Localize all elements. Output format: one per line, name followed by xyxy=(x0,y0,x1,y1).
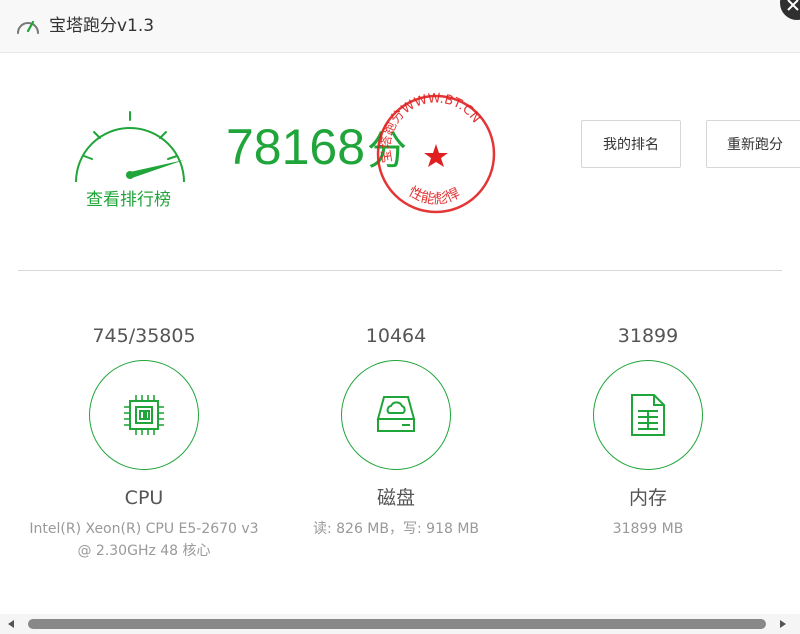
scroll-left-arrow-icon[interactable] xyxy=(6,619,16,629)
cpu-detail: Intel(R) Xeon(R) CPU E5-2670 v3 @ 2.30GH… xyxy=(14,518,274,562)
my-rank-button[interactable]: 我的排名 xyxy=(581,120,681,168)
close-button[interactable] xyxy=(780,0,800,20)
speedometer-icon xyxy=(17,20,39,34)
cpu-detail-line2: @ 2.30GHz 48 核心 xyxy=(77,543,211,559)
memory-label: 内存 xyxy=(628,487,667,509)
memory-circle xyxy=(593,360,703,470)
seal-bottom-text: 性能彪悍 xyxy=(406,184,463,208)
scroll-right-arrow-icon[interactable] xyxy=(778,619,788,629)
memory-detail: 31899 MB xyxy=(518,518,778,540)
cpu-circle xyxy=(89,360,199,470)
disk-score: 10464 xyxy=(365,325,427,347)
section-divider xyxy=(18,270,782,271)
svg-text:宝塔跑分WWW.BT.CN: 宝塔跑分WWW.BT.CN xyxy=(379,91,484,164)
cpu-score: 745/35805 xyxy=(92,325,196,347)
cpu-label: CPU xyxy=(124,487,164,509)
metric-cpu: 745/35805 CPU Intel(R) Xeon(R) CPU E5-26… xyxy=(14,322,274,562)
view-leaderboard-link[interactable]: 查看排行榜 xyxy=(86,188,171,212)
seal-star-icon xyxy=(424,144,448,167)
horizontal-scrollbar[interactable] xyxy=(0,614,800,634)
scrollbar-thumb[interactable] xyxy=(28,619,766,629)
rerun-benchmark-button[interactable]: 重新跑分 xyxy=(706,120,800,168)
disk-icon xyxy=(376,396,416,432)
disk-label: 磁盘 xyxy=(376,487,415,509)
svg-text:性能彪悍: 性能彪悍 xyxy=(406,184,463,208)
cpu-detail-line1: Intel(R) Xeon(R) CPU E5-2670 v3 xyxy=(29,521,259,537)
disk-circle xyxy=(341,360,451,470)
window-titlebar: 宝塔跑分v1.3 xyxy=(0,0,800,53)
metric-memory: 31899 内存 31899 MB xyxy=(518,322,778,540)
performance-seal-stamp: 宝塔跑分WWW.BT.CN 性能彪悍 xyxy=(376,91,496,214)
metric-disk: 10464 磁盘 读: 826 MB，写: 918 MB xyxy=(266,322,526,540)
disk-detail-line1: 读: 826 MB，写: 918 MB xyxy=(312,521,480,537)
close-icon xyxy=(787,0,799,11)
total-score-value: 78168 xyxy=(226,119,366,175)
gauge-icon[interactable] xyxy=(72,106,188,186)
memory-detail-line1: 31899 MB xyxy=(612,521,684,537)
window-title: 宝塔跑分v1.3 xyxy=(49,16,155,36)
cpu-icon xyxy=(124,395,164,435)
memory-icon xyxy=(631,394,665,436)
seal-top-text: 宝塔跑分WWW.BT.CN xyxy=(379,91,484,164)
disk-detail: 读: 826 MB，写: 918 MB xyxy=(266,518,526,540)
memory-score: 31899 xyxy=(617,325,679,347)
